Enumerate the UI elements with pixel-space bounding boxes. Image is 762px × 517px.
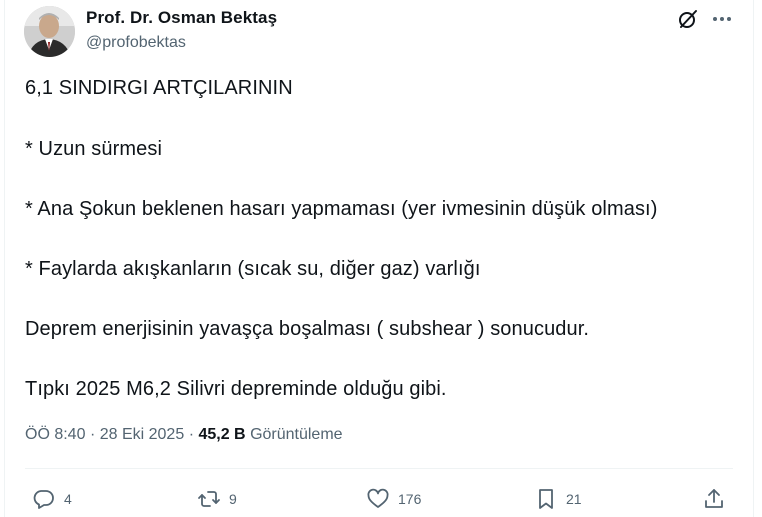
repost-button[interactable]: 9 bbox=[197, 486, 237, 512]
share-button[interactable] bbox=[702, 486, 726, 512]
retweet-icon bbox=[198, 491, 220, 507]
heart-icon bbox=[367, 488, 389, 508]
repost-count: 9 bbox=[229, 491, 237, 507]
tweet-meta: ÖÖ 8:40 · 28 Eki 2025 · 45,2 B Görüntüle… bbox=[25, 426, 343, 444]
bookmark-icon bbox=[539, 489, 553, 509]
grok-icon[interactable] bbox=[677, 8, 699, 30]
avatar-image bbox=[24, 6, 75, 57]
author-name[interactable]: Prof. Dr. Osman Bektaş bbox=[86, 8, 277, 28]
bookmark-count: 21 bbox=[566, 491, 582, 507]
tweet-text-line: * Uzun sürmesi bbox=[25, 138, 162, 160]
tweet-text-line: Deprem enerjisinin yavaşça boşalması ( s… bbox=[25, 318, 590, 340]
meta-separator: · bbox=[89, 426, 96, 443]
like-count: 176 bbox=[398, 491, 422, 507]
views-label: Görüntüleme bbox=[250, 426, 343, 443]
tweet-time[interactable]: ÖÖ 8:40 bbox=[25, 426, 85, 443]
meta-separator: · bbox=[188, 426, 195, 443]
reply-button[interactable]: 4 bbox=[32, 486, 72, 512]
bookmark-button[interactable]: 21 bbox=[534, 486, 582, 512]
tweet-text-line: * Ana Şokun beklenen hasarı yapmaması (y… bbox=[25, 198, 658, 220]
avatar[interactable] bbox=[24, 6, 75, 57]
tweet-date[interactable]: 28 Eki 2025 bbox=[100, 426, 185, 443]
reply-count: 4 bbox=[64, 491, 72, 507]
tweet-text-line: Tıpkı 2025 M6,2 Silivri depreminde olduğ… bbox=[25, 378, 447, 400]
author-handle[interactable]: @profobektas bbox=[86, 34, 186, 52]
reply-icon bbox=[33, 490, 54, 509]
like-button[interactable]: 176 bbox=[366, 486, 421, 512]
divider bbox=[25, 468, 733, 469]
more-icon[interactable] bbox=[711, 8, 733, 30]
tweet-text-line: * Faylarda akışkanların (sıcak su, diğer… bbox=[25, 258, 481, 280]
tweet-text-line: 6,1 SINDIRGI ARTÇILARININ bbox=[25, 77, 293, 99]
share-icon bbox=[705, 489, 723, 508]
views-count: 45,2 B bbox=[198, 426, 246, 443]
